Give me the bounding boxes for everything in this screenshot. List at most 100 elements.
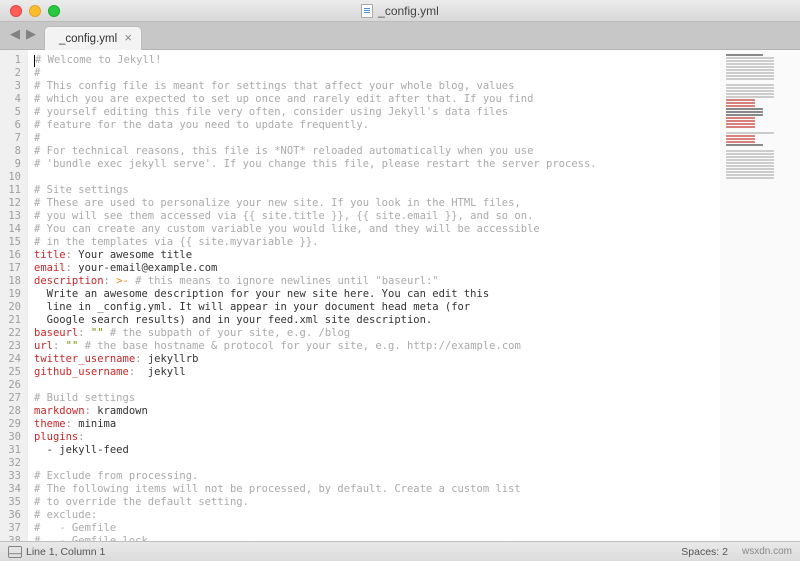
code-line[interactable]: description: >- # this means to ignore n… (34, 275, 716, 288)
token-key: url (34, 340, 53, 353)
code-line[interactable]: # This config file is meant for settings… (34, 80, 716, 93)
minimap-line (726, 99, 755, 101)
line-number: 37 (0, 522, 21, 535)
token-cmt: # the subpath of your site, e.g. /blog (110, 327, 350, 340)
code-line[interactable]: # Site settings (34, 184, 716, 197)
minimap-line (726, 96, 774, 98)
nav-forward-icon[interactable]: ▶ (24, 27, 38, 41)
tab-label: _config.yml (59, 33, 117, 45)
minimap-line (726, 174, 774, 176)
status-indent-setting[interactable]: Spaces: 2 (681, 546, 728, 558)
minimap-line (726, 84, 774, 86)
code-line[interactable]: # Welcome to Jekyll! (34, 54, 716, 67)
code-line[interactable]: # - Gemfile (34, 522, 716, 535)
token-key: email (34, 262, 66, 275)
code-line[interactable] (34, 379, 716, 392)
code-line[interactable]: - jekyll-feed (34, 444, 716, 457)
code-line[interactable]: # you will see them accessed via {{ site… (34, 210, 716, 223)
code-line[interactable]: Google search results) and in your feed.… (34, 314, 716, 327)
code-line[interactable]: email: your-email@example.com (34, 262, 716, 275)
minimap-line (726, 120, 755, 122)
token-cmt: # Exclude from processing. (34, 470, 198, 483)
line-number: 26 (0, 379, 21, 392)
tab-config-yml[interactable]: _config.yml × (44, 26, 142, 50)
zoom-window-button[interactable] (48, 5, 60, 17)
code-line[interactable]: # These are used to personalize your new… (34, 197, 716, 210)
minimap-line (726, 141, 755, 143)
code-line[interactable]: # yourself editing this file very often,… (34, 106, 716, 119)
code-area[interactable]: # Welcome to Jekyll!## This config file … (28, 50, 720, 541)
minimap-line (726, 66, 774, 68)
code-line[interactable]: # You can create any custom variable you… (34, 223, 716, 236)
token-str: "" (66, 340, 85, 353)
panel-toggle-icon[interactable] (8, 546, 22, 558)
code-line[interactable]: # 'bundle exec jekyll serve'. If you cha… (34, 158, 716, 171)
token-cmt: # (34, 132, 40, 145)
code-line[interactable]: theme: minima (34, 418, 716, 431)
code-line[interactable]: # - Gemfile.lock (34, 535, 716, 541)
code-line[interactable]: # in the templates via {{ site.myvariabl… (34, 236, 716, 249)
code-line[interactable]: # which you are expected to set up once … (34, 93, 716, 106)
line-number: 35 (0, 496, 21, 509)
code-line[interactable]: # Exclude from processing. (34, 470, 716, 483)
token-val: Write an awesome description for your ne… (34, 288, 489, 301)
window-title: _config.yml (378, 4, 439, 18)
minimap-line (726, 138, 755, 140)
token-op: : (85, 405, 98, 418)
code-line[interactable]: title: Your awesome title (34, 249, 716, 262)
token-op: : (66, 262, 79, 275)
nav-back-icon[interactable]: ◀ (8, 27, 22, 41)
minimap-line (726, 126, 755, 128)
code-line[interactable]: # to override the default setting. (34, 496, 716, 509)
code-line[interactable]: url: "" # the base hostname & protocol f… (34, 340, 716, 353)
minimap-line (726, 156, 774, 158)
code-line[interactable]: Write an awesome description for your ne… (34, 288, 716, 301)
minimap-line (726, 132, 774, 134)
code-line[interactable]: markdown: kramdown (34, 405, 716, 418)
minimap-line (726, 54, 763, 56)
code-line[interactable]: # The following items will not be proces… (34, 483, 716, 496)
token-val: Google search results) and in your feed.… (34, 314, 432, 327)
code-line[interactable] (34, 171, 716, 184)
minimap[interactable] (720, 50, 800, 541)
code-line[interactable]: line in _config.yml. It will appear in y… (34, 301, 716, 314)
line-number: 38 (0, 535, 21, 541)
code-line[interactable]: # (34, 132, 716, 145)
token-cmt: # This config file is meant for settings… (34, 80, 514, 93)
minimap-line (726, 105, 755, 107)
window-title-group: _config.yml (361, 4, 439, 18)
token-cmt: # For technical reasons, this file is *N… (34, 145, 533, 158)
token-cmt: # in the templates via {{ site.myvariabl… (34, 236, 318, 249)
line-number: 31 (0, 444, 21, 457)
minimap-line (726, 165, 774, 167)
code-line[interactable]: # Build settings (34, 392, 716, 405)
minimap-line (726, 90, 774, 92)
line-number: 19 (0, 288, 21, 301)
minimap-line (726, 69, 774, 71)
token-cmt: # this means to ignore newlines until "b… (135, 275, 438, 288)
editor: 1234567891011121314151617181920212223242… (0, 50, 800, 541)
code-line[interactable]: # feature for the data you need to updat… (34, 119, 716, 132)
code-line[interactable]: # (34, 67, 716, 80)
line-number: 3 (0, 80, 21, 93)
status-cursor-position[interactable]: Line 1, Column 1 (26, 546, 105, 558)
minimize-window-button[interactable] (29, 5, 41, 17)
close-icon[interactable]: × (121, 31, 135, 45)
code-line[interactable]: # For technical reasons, this file is *N… (34, 145, 716, 158)
token-cmt: # The following items will not be proces… (34, 483, 521, 496)
code-line[interactable]: plugins: (34, 431, 716, 444)
token-val: - jekyll-feed (34, 444, 129, 457)
token-val: line in _config.yml. It will appear in y… (34, 301, 470, 314)
token-op: : (135, 353, 148, 366)
code-line[interactable]: baseurl: "" # the subpath of your site, … (34, 327, 716, 340)
code-line[interactable] (34, 457, 716, 470)
close-window-button[interactable] (10, 5, 22, 17)
token-key: markdown (34, 405, 85, 418)
minimap-line (726, 135, 755, 137)
code-line[interactable]: github_username: jekyll (34, 366, 716, 379)
code-line[interactable]: twitter_username: jekyllrb (34, 353, 716, 366)
code-line[interactable]: # exclude: (34, 509, 716, 522)
minimap-line (726, 57, 774, 59)
minimap-line (726, 153, 774, 155)
line-number: 15 (0, 236, 21, 249)
